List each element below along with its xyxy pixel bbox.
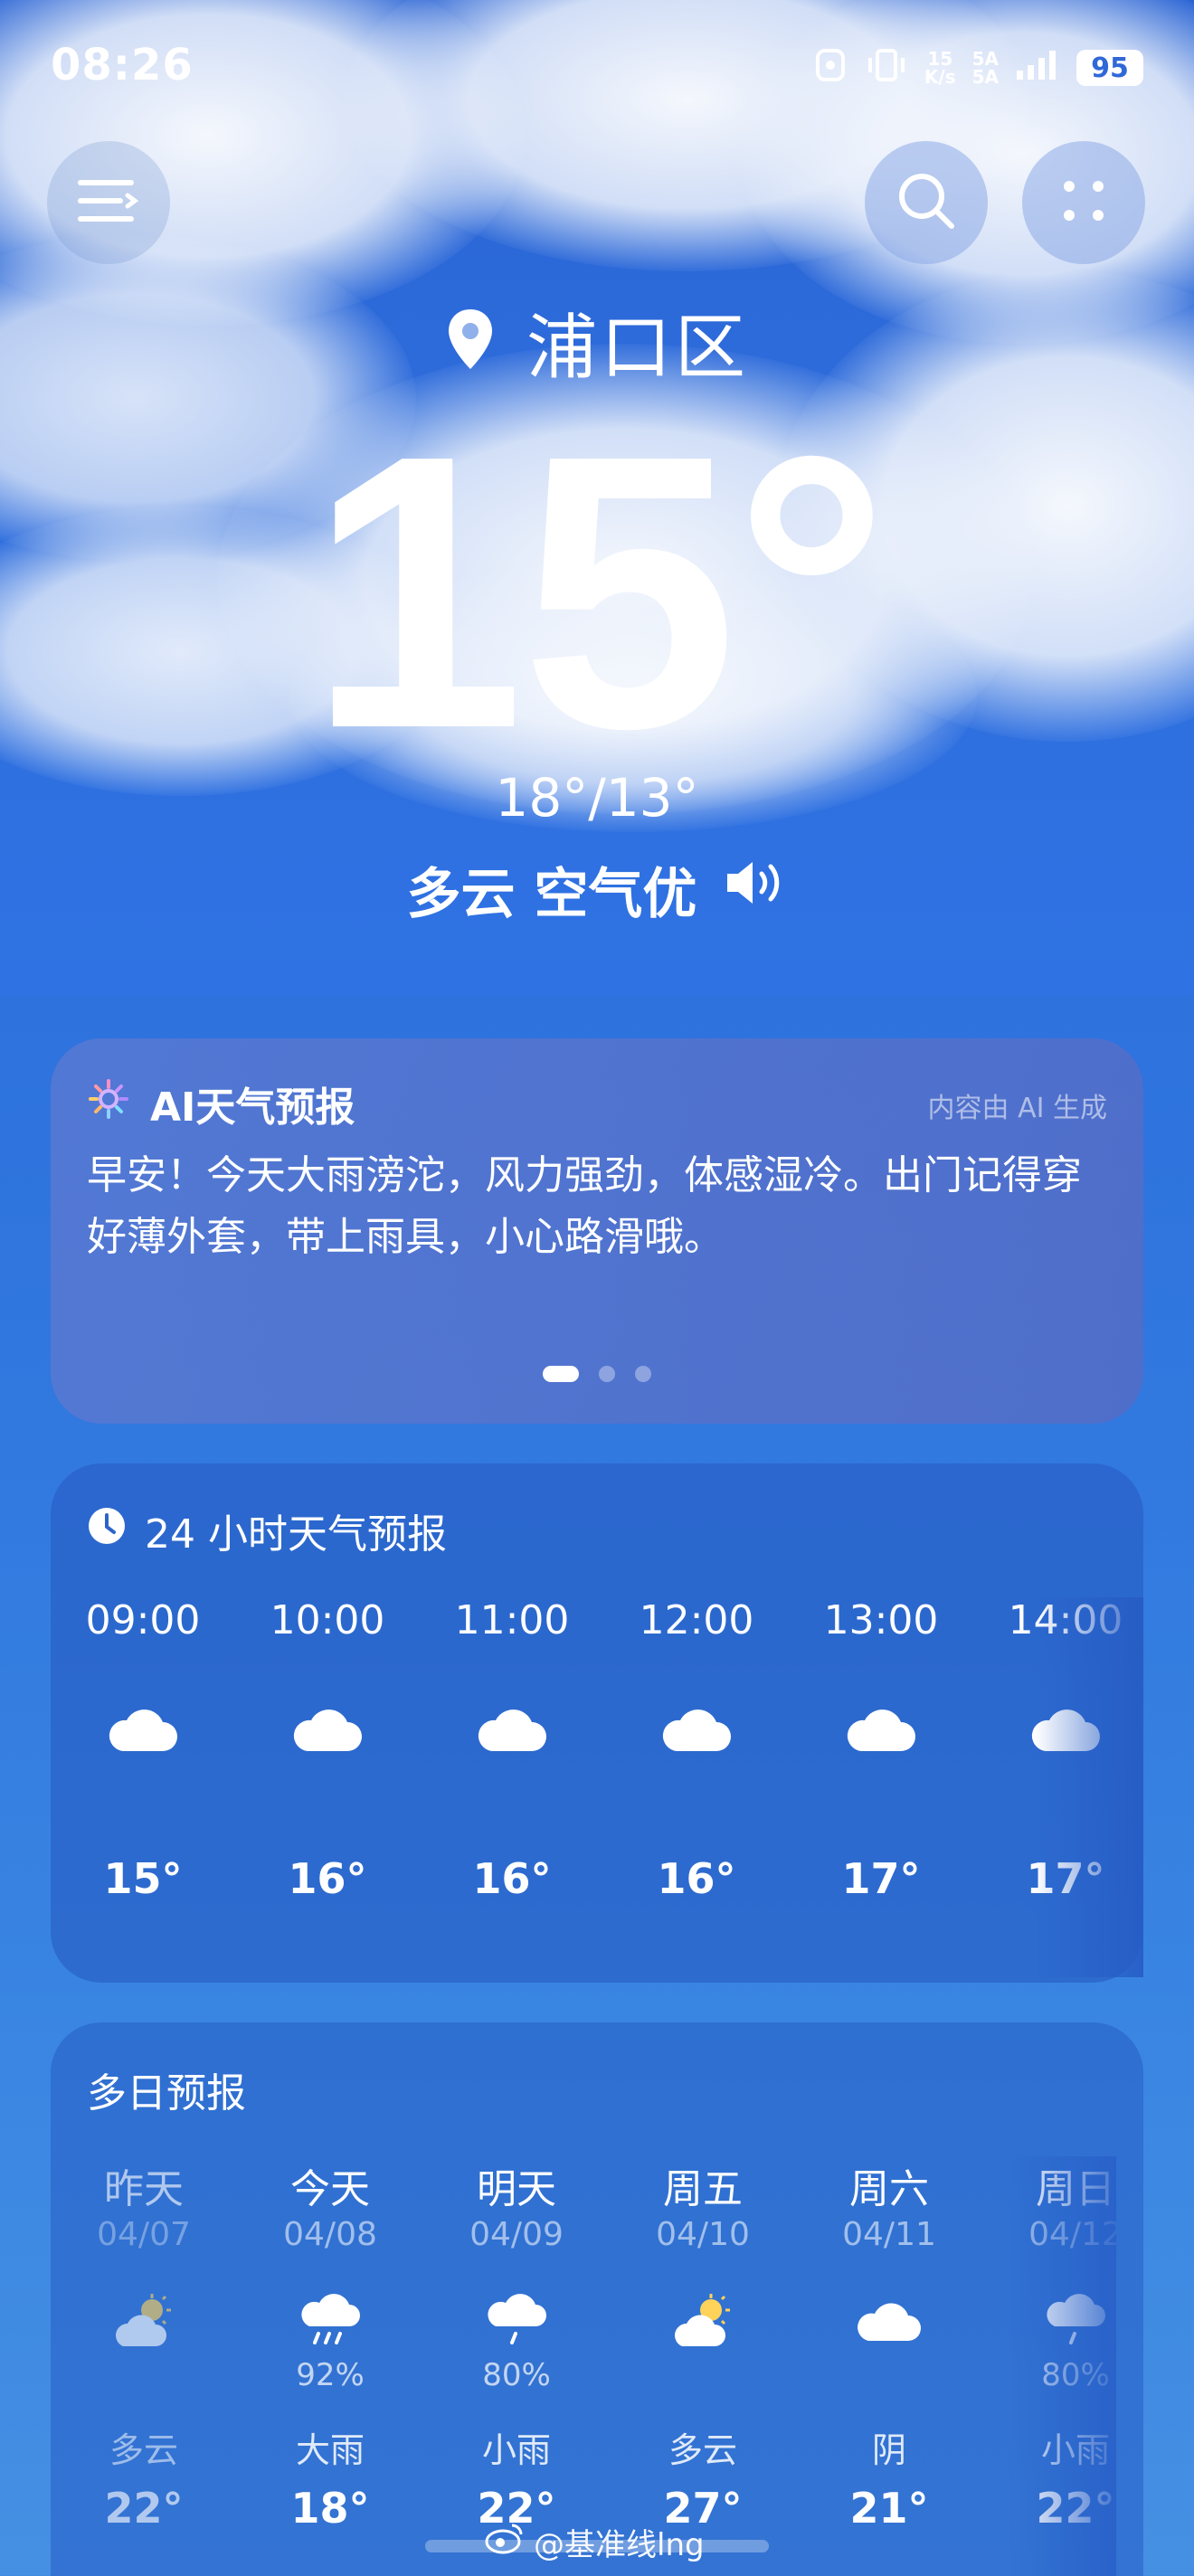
status-icons: 15 K/s 5A 5A 95 <box>812 47 1143 89</box>
speaker-icon[interactable] <box>724 857 787 922</box>
search-button[interactable] <box>865 141 988 264</box>
page-dot-active[interactable] <box>543 1366 579 1382</box>
overcast-icon <box>858 2292 923 2353</box>
page-dot[interactable] <box>635 1366 651 1382</box>
ai-card-header: AI天气预报 <box>87 1075 355 1132</box>
condition-text: 多云 空气优 <box>406 863 697 926</box>
cloud-icon <box>660 1709 733 1757</box>
signal-icon <box>1015 49 1060 87</box>
page-indicator <box>51 1366 1143 1382</box>
ai-forecast-text: 早安！今天大雨滂沱，风力强劲，体感湿冷。出门记得穿好薄外套，带上雨具，小心路滑哦… <box>87 1152 1082 1260</box>
temperature-range: 18°/13° <box>495 767 699 829</box>
grid-dots-icon <box>1057 174 1111 232</box>
menu-button[interactable] <box>47 141 170 264</box>
location-pin-icon <box>445 308 496 376</box>
daily-forecast-card[interactable]: 多日预报 昨天 04/07 多云 22° 今天 04/08 92% 大雨 18°… <box>51 2022 1143 2576</box>
hourly-scroll[interactable]: 09:00 15° 10:00 16° 11:00 16° 12:00 16° … <box>51 1597 1143 1977</box>
page-dot[interactable] <box>599 1366 615 1382</box>
weibo-icon <box>485 2522 525 2562</box>
daily-title: 多日预报 <box>87 2070 246 2117</box>
hour-item: 12:00 16° <box>639 1597 754 1903</box>
net-speed: 15 K/s <box>924 48 956 88</box>
daily-scroll[interactable]: 昨天 04/07 多云 22° 今天 04/08 92% 大雨 18° 明天 0… <box>51 2156 1116 2576</box>
signal-label: 5A 5A <box>971 48 999 88</box>
current-temperature: 15° <box>308 375 889 810</box>
partly-cloudy-icon <box>671 2292 736 2353</box>
watermark-text: @基准线lng <box>534 2527 705 2563</box>
ai-sparkle-icon <box>87 1077 130 1131</box>
cloud-icon <box>845 1709 917 1757</box>
search-icon <box>894 168 959 237</box>
ai-card-title: AI天气预报 <box>150 1084 355 1131</box>
nfc-icon <box>812 47 848 89</box>
cloud-icon <box>107 1709 179 1757</box>
light-rain-icon <box>1044 2292 1109 2353</box>
hour-item: 13:00 17° <box>823 1597 939 1903</box>
scroll-fade <box>1035 1597 1143 1977</box>
hourly-title-row: 24 小时天气预报 <box>87 1501 447 1559</box>
cloud-icon <box>291 1709 364 1757</box>
hour-item: 11:00 16° <box>454 1597 570 1903</box>
clock-icon <box>87 1506 127 1556</box>
cloud-icon <box>476 1709 548 1757</box>
ai-forecast-card[interactable]: AI天气预报 内容由 AI 生成 早安！今天大雨滂沱，风力强劲，体感湿冷。出门记… <box>51 1038 1143 1424</box>
watermark: @基准线lng <box>485 2520 705 2564</box>
cloud-icon <box>1029 1709 1102 1757</box>
hourly-forecast-card[interactable]: 24 小时天气预报 09:00 15° 10:00 16° 11:00 16° … <box>51 1463 1143 1983</box>
heavy-rain-icon <box>298 2292 364 2353</box>
more-button[interactable] <box>1022 141 1145 264</box>
vibrate-icon <box>865 47 908 89</box>
condition-row: 多云 空气优 <box>0 850 1194 929</box>
menu-icon <box>77 175 140 230</box>
ai-disclaimer: 内容由 AI 生成 <box>927 1093 1107 1124</box>
hourly-title: 24 小时天气预报 <box>145 1511 447 1558</box>
hour-item: 10:00 16° <box>270 1597 385 1903</box>
battery-indicator: 95 <box>1076 50 1143 86</box>
hour-item: 14:00 17° <box>1008 1597 1123 1903</box>
light-rain-icon <box>485 2292 550 2353</box>
status-time: 08:26 <box>51 40 194 90</box>
hour-item: 09:00 15° <box>85 1597 201 1903</box>
partly-cloudy-icon <box>112 2292 177 2353</box>
